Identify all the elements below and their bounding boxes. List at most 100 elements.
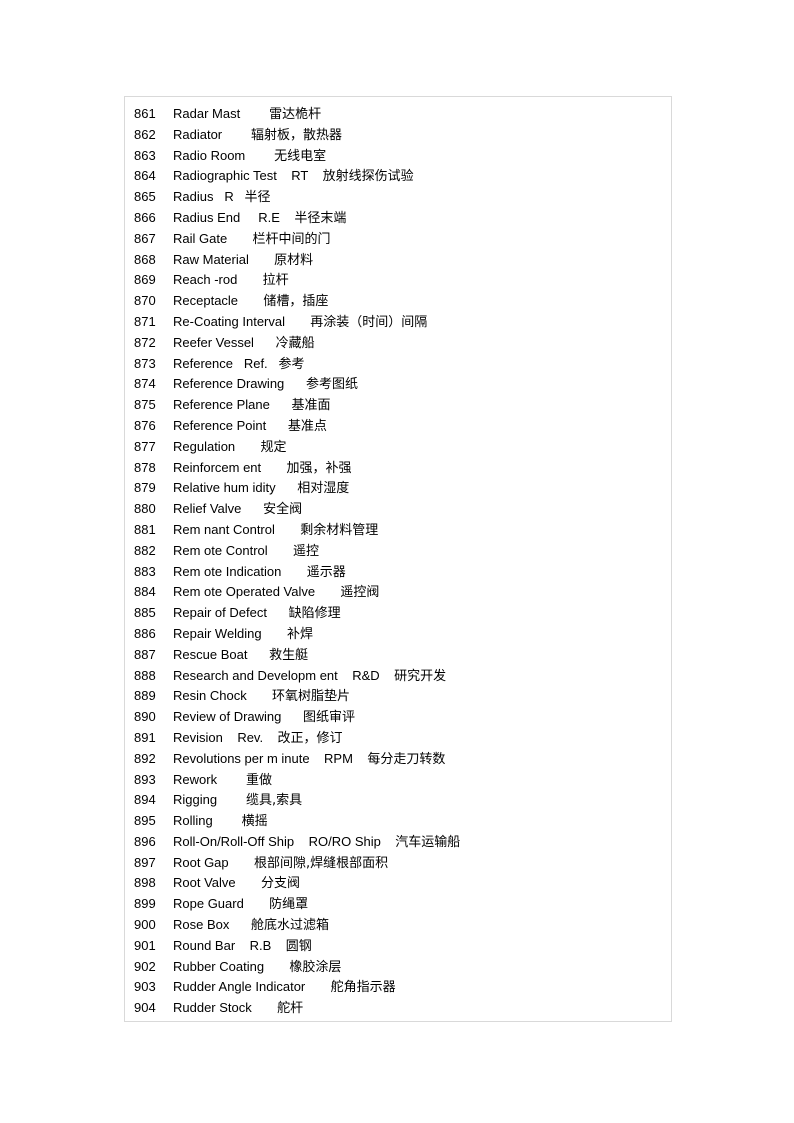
entry-term-english: Rudder Stock [173, 1000, 252, 1016]
entry-term-chinese: 图纸审评 [303, 710, 356, 726]
entry-gap [271, 938, 285, 953]
entry-gap [247, 688, 272, 703]
glossary-entry: 883 Rem ote Indication 遥示器 [125, 562, 671, 583]
entry-number: 861 [134, 106, 156, 121]
entry-number: 888 [134, 667, 156, 683]
entry-term-chinese: 横摇 [241, 814, 268, 830]
glossary-entry: 862 Radiator 辐射板，散热器 [125, 125, 671, 146]
entry-gap [238, 293, 263, 308]
entry-gap [268, 356, 279, 371]
glossary-entry: 864 Radiographic Test RT 放射线探伤试验 [125, 166, 671, 187]
entry-term-chinese: 参考图纸 [305, 377, 358, 393]
entry-gap [268, 543, 293, 558]
entry-gap [261, 460, 286, 475]
entry-term-chinese: 救生艇 [269, 647, 309, 663]
entry-number: 883 [134, 563, 156, 579]
entry-term-english: Revolutions per m inute [173, 750, 310, 766]
entry-gap [252, 1000, 277, 1015]
entry-term-chinese: 舵杆 [277, 1001, 304, 1017]
entry-term-chinese: 遥控阀 [340, 585, 380, 601]
entry-gap [380, 668, 394, 683]
entry-term-chinese: 相对湿度 [297, 481, 350, 497]
entry-term-english: Rework [173, 771, 218, 787]
glossary-entry: 882 Rem ote Control 遥控 [125, 541, 671, 562]
entry-gap [276, 480, 298, 495]
entry-gap [267, 605, 289, 620]
entry-gap [241, 501, 263, 516]
entry-number: 897 [134, 854, 156, 870]
entry-term-chinese: 安全阀 [263, 502, 303, 518]
glossary-entry: 865 Radius R 半径 [125, 187, 671, 208]
entry-abbreviation: R [224, 189, 234, 205]
entry-gap [270, 397, 292, 412]
glossary-entry: 881 Rem nant Control 剩余材料管理 [125, 520, 671, 541]
entry-gap [381, 834, 395, 849]
entry-term-english: Rem ote Indication [173, 563, 282, 579]
entry-abbreviation: RPM [324, 750, 353, 766]
entry-gap [227, 231, 252, 246]
entry-term-english: Round Bar [173, 937, 236, 953]
entry-number: 868 [134, 251, 156, 267]
entry-term-chinese: 每分走刀转数 [367, 751, 446, 767]
glossary-entry: 867 Rail Gate 栏杆中间的门 [125, 229, 671, 250]
glossary-entry: 876 Reference Point 基准点 [125, 416, 671, 437]
entry-number: 878 [134, 459, 156, 475]
entry-gap [229, 917, 251, 932]
entry-term-english: Regulation [173, 438, 236, 454]
entry-number: 899 [134, 896, 156, 912]
entry-number: 887 [134, 646, 156, 662]
entry-term-chinese: 缺陷修理 [288, 606, 341, 622]
glossary-entry: 877 Regulation 规定 [125, 437, 671, 458]
entry-gap [213, 813, 242, 828]
glossary-entry: 875 Reference Plane 基准面 [125, 395, 671, 416]
entry-number: 871 [134, 313, 156, 329]
entry-term-english: Review of Drawing [173, 709, 282, 725]
entry-gap [280, 210, 294, 225]
entry-term-english: Reach -rod [173, 272, 238, 288]
glossary-entry: 889 Resin Chock 环氧树脂垫片 [125, 686, 671, 707]
entry-abbreviation: RO/RO Ship [308, 833, 381, 849]
entry-abbreviation: RT [291, 168, 309, 184]
entry-term-chinese: 研究开发 [394, 668, 447, 684]
entry-term-english: Rail Gate [173, 230, 228, 246]
entry-gap [233, 356, 244, 371]
entry-term-english: Relief Valve [173, 501, 242, 517]
entry-term-english: Radio Room [173, 147, 246, 163]
entry-gap [235, 439, 260, 454]
entry-gap [305, 979, 330, 994]
entry-number: 879 [134, 480, 156, 496]
entry-number: 900 [134, 917, 156, 933]
entry-number: 890 [134, 709, 156, 725]
glossary-entry: 890 Review of Drawing 图纸审评 [125, 707, 671, 728]
entry-term-chinese: 补焊 [286, 626, 313, 642]
entry-term-english: Root Gap [173, 854, 229, 870]
entry-abbreviation: R.E [258, 209, 280, 225]
glossary-entry: 863 Radio Room 无线电室 [125, 146, 671, 167]
entry-term-chinese: 改正，修订 [277, 730, 343, 746]
entry-term-english: Rem ote Operated Valve [173, 584, 316, 600]
entry-term-chinese: 栏杆中间的门 [252, 231, 331, 247]
glossary-entry: 885 Repair of Defect 缺陷修理 [125, 603, 671, 624]
entry-term-english: Rope Guard [173, 896, 244, 912]
entry-gap [310, 751, 324, 766]
entry-number: 896 [134, 833, 156, 849]
glossary-entry: 904 Rudder Stock 舵杆 [125, 998, 671, 1019]
glossary-entry: 900 Rose Box 舱底水过滤箱 [125, 915, 671, 936]
entry-term-chinese: 再涂装（时间）间隔 [310, 314, 428, 330]
entry-number: 877 [134, 438, 156, 454]
entry-term-english: Rescue Boat [173, 646, 248, 662]
entry-number: 882 [134, 542, 156, 558]
glossary-entry: 866 Radius End R.E 半径末端 [125, 208, 671, 229]
entry-term-english: Relative hum idity [173, 480, 276, 496]
entry-number: 893 [134, 771, 156, 787]
entry-gap [213, 189, 224, 204]
glossary-entry: 869 Reach -rod 拉杆 [125, 270, 671, 291]
glossary-entry: 898 Root Valve 分支阀 [125, 873, 671, 894]
entry-number: 886 [134, 625, 156, 641]
entry-term-english: Reference Point [173, 417, 267, 433]
entry-term-chinese: 剩余材料管理 [300, 522, 379, 538]
entry-term-english: Reinforcem ent [173, 459, 262, 475]
glossary-entry: 901 Round Bar R.B 圆钢 [125, 936, 671, 957]
entry-gap [281, 709, 303, 724]
entry-term-chinese: 防绳罩 [269, 897, 309, 913]
